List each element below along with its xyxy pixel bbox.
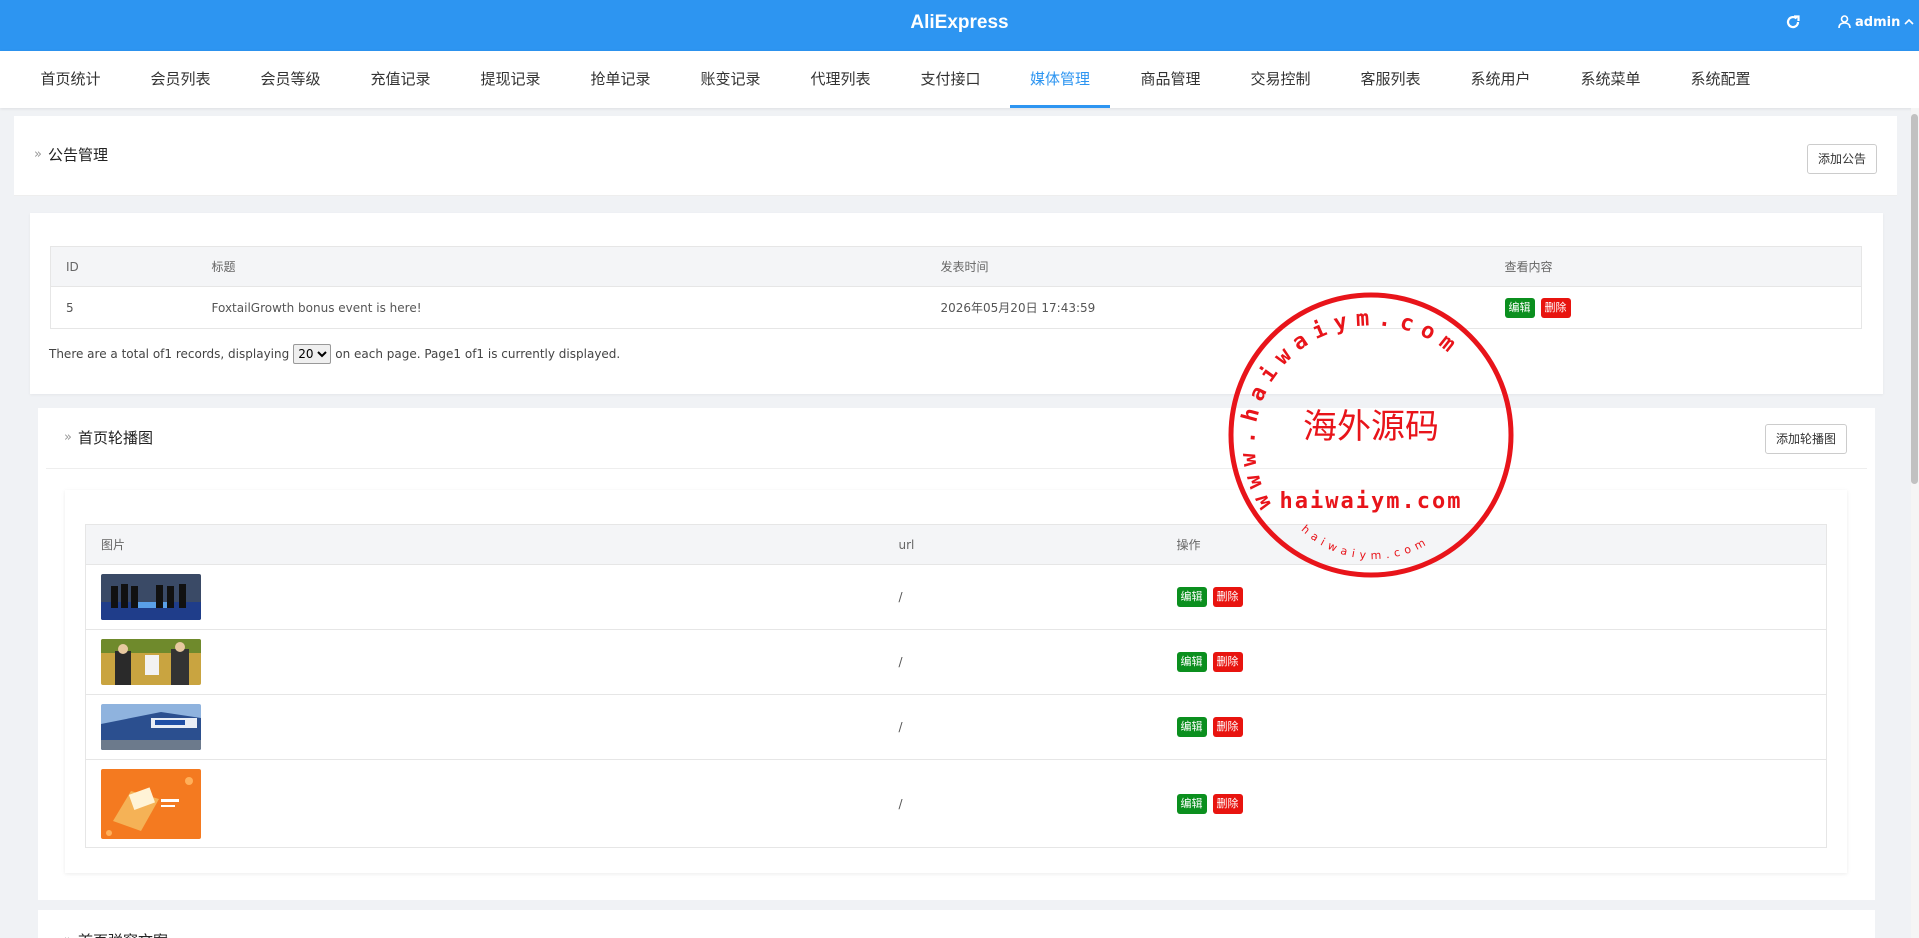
edit-button[interactable]: 编辑	[1504, 297, 1535, 318]
nav-item-withdraw[interactable]: 提现记录	[479, 51, 542, 108]
cell-actions: 编辑 删除	[1489, 286, 1862, 329]
page-size-select[interactable]: 20	[293, 344, 332, 364]
announcement-header: » 公告管理 添加公告	[14, 116, 1897, 196]
nav-item-member-levels[interactable]: 会员等级	[259, 51, 322, 108]
cell-url: /	[883, 564, 1162, 630]
add-announcement-button[interactable]: 添加公告	[1807, 144, 1878, 174]
nav-item-system-users[interactable]: 系统用户	[1469, 51, 1532, 108]
table-header-row: 图片 url 操作	[85, 524, 1827, 565]
carousel-title-text: 首页轮播图	[77, 429, 153, 447]
nav-item-trade-control[interactable]: 交易控制	[1249, 51, 1312, 108]
chevron-up-icon	[1904, 17, 1914, 27]
carousel-table: 图片 url 操作 / 编辑 删除 / 编辑 删除 / 编辑 删除 / 编辑 删…	[85, 524, 1827, 848]
admin-user-menu[interactable]: admin	[1838, 12, 1914, 32]
edit-button[interactable]: 编辑	[1176, 793, 1207, 814]
admin-username: admin	[1855, 14, 1901, 30]
carousel-image-3	[101, 704, 201, 750]
pager-suffix: on each page. Page1 of1 is currently dis…	[335, 347, 621, 361]
delete-button[interactable]: 删除	[1540, 297, 1571, 318]
nav-item-orders[interactable]: 抢单记录	[589, 51, 652, 108]
refresh-icon[interactable]	[1784, 13, 1802, 31]
user-icon	[1838, 15, 1851, 29]
table-header-row: ID 标题 发表时间 查看内容	[50, 246, 1862, 287]
pagination: There are a total of1 records, displayin…	[49, 344, 620, 364]
delete-button[interactable]: 删除	[1212, 717, 1243, 737]
top-bar: AliExpress admin	[0, 0, 1919, 51]
cell-time: 2026年05月20日 17:43:59	[925, 286, 1490, 329]
popup-text-title: » 首页弹窗文案	[64, 930, 168, 938]
col-id: ID	[50, 246, 197, 287]
cell-image	[85, 629, 884, 695]
col-title: 标题	[196, 246, 926, 287]
nav-item-system-config[interactable]: 系统配置	[1689, 51, 1752, 108]
nav-item-balance-log[interactable]: 账变记录	[699, 51, 762, 108]
popup-text-panel: » 首页弹窗文案	[38, 910, 1875, 938]
double-chevron-icon: »	[64, 430, 72, 445]
table-row: 5 FoxtailGrowth bonus event is here! 202…	[50, 286, 1862, 329]
cell-url: /	[883, 759, 1162, 848]
nav-item-support[interactable]: 客服列表	[1359, 51, 1422, 108]
cell-url: /	[883, 629, 1162, 695]
nav-item-recharge[interactable]: 充值记录	[369, 51, 432, 108]
table-row: / 编辑 删除	[85, 759, 1827, 848]
col-actions: 操作	[1161, 524, 1827, 565]
carousel-image-1	[101, 574, 201, 620]
table-row: / 编辑 删除	[85, 564, 1827, 630]
cell-actions: 编辑 删除	[1161, 759, 1827, 848]
cell-url: /	[883, 694, 1162, 760]
cell-actions: 编辑 删除	[1161, 564, 1827, 630]
app-title: AliExpress	[910, 12, 1009, 33]
delete-button[interactable]: 删除	[1212, 652, 1243, 672]
col-view: 查看内容	[1489, 246, 1862, 287]
cell-image	[85, 694, 884, 760]
announcement-title-text: 公告管理	[47, 146, 108, 164]
nav-item-products[interactable]: 商品管理	[1139, 51, 1202, 108]
cell-title: FoxtailGrowth bonus event is here!	[196, 286, 926, 329]
pager-prefix: There are a total of1 records, displayin…	[49, 347, 290, 361]
page-scrollbar-thumb[interactable]	[1911, 114, 1918, 484]
main-nav: 首页统计 会员列表 会员等级 充值记录 提现记录 抢单记录 账变记录 代理列表 …	[0, 51, 1919, 108]
carousel-image-4	[101, 768, 201, 839]
edit-button[interactable]: 编辑	[1176, 587, 1207, 607]
col-image: 图片	[85, 524, 884, 565]
cell-actions: 编辑 删除	[1161, 694, 1827, 760]
col-time: 发表时间	[925, 246, 1490, 287]
cell-image	[85, 564, 884, 630]
cell-actions: 编辑 删除	[1161, 629, 1827, 695]
nav-item-members[interactable]: 会员列表	[149, 51, 212, 108]
delete-button[interactable]: 删除	[1212, 587, 1243, 607]
cell-image	[85, 759, 884, 848]
nav-item-agents[interactable]: 代理列表	[809, 51, 872, 108]
table-row: / 编辑 删除	[85, 694, 1827, 760]
edit-button[interactable]: 编辑	[1176, 652, 1207, 672]
cell-id: 5	[50, 286, 197, 329]
announcement-title: » 公告管理	[34, 144, 108, 165]
nav-item-system-menu[interactable]: 系统菜单	[1579, 51, 1642, 108]
nav-item-dashboard[interactable]: 首页统计	[39, 51, 102, 108]
delete-button[interactable]: 删除	[1212, 793, 1243, 814]
carousel-title: » 首页轮播图	[64, 427, 153, 448]
double-chevron-icon: »	[64, 933, 72, 938]
carousel-image-2	[101, 639, 201, 685]
col-url: url	[883, 524, 1162, 565]
table-row: / 编辑 删除	[85, 629, 1827, 695]
divider	[46, 468, 1867, 469]
nav-item-media[interactable]: 媒体管理	[1010, 51, 1110, 108]
nav-item-payment[interactable]: 支付接口	[919, 51, 982, 108]
edit-button[interactable]: 编辑	[1176, 717, 1207, 737]
double-chevron-icon: »	[34, 147, 42, 162]
popup-text-title-text: 首页弹窗文案	[78, 930, 168, 938]
add-carousel-button[interactable]: 添加轮播图	[1765, 424, 1848, 454]
announcement-table: ID 标题 发表时间 查看内容 5 FoxtailGrowth bonus ev…	[50, 246, 1862, 329]
